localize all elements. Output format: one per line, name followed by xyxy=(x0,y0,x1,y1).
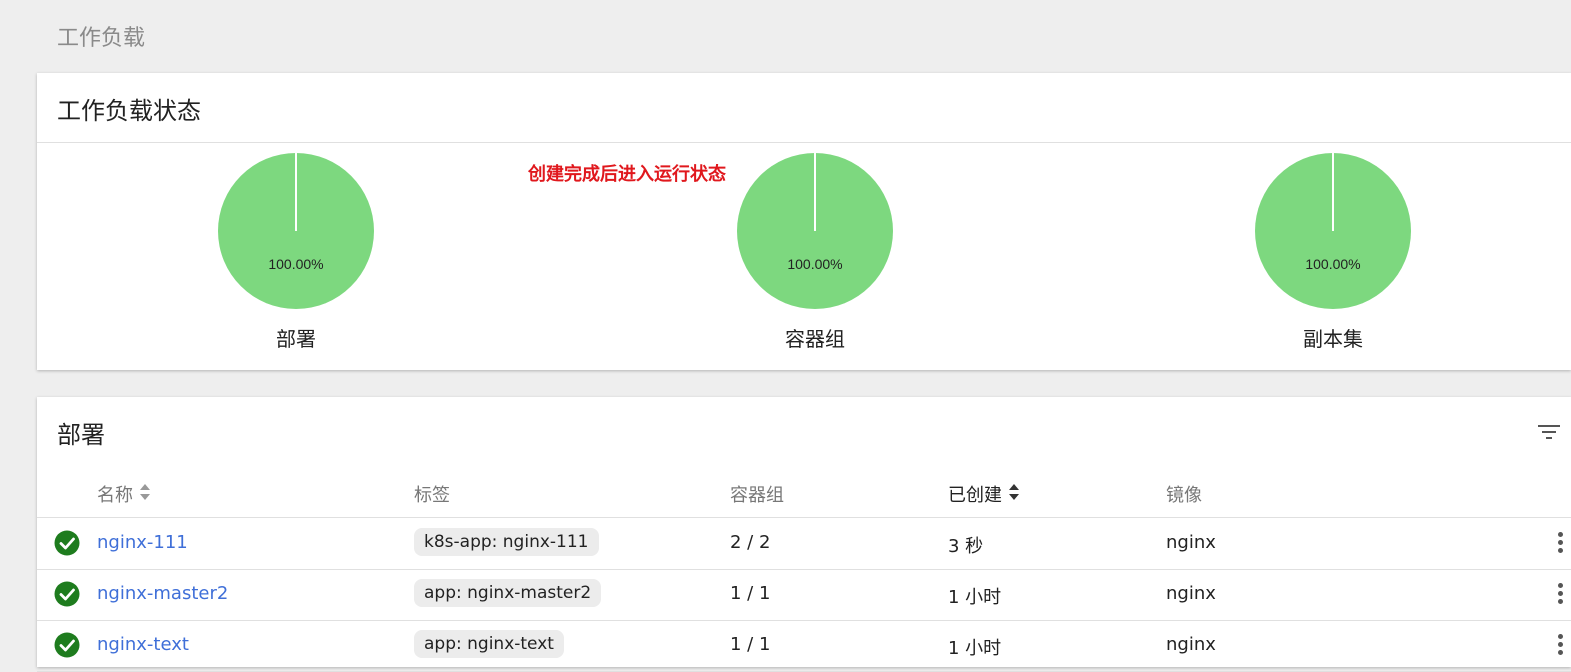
deployment-name-link[interactable]: nginx-111 xyxy=(97,532,188,553)
table-row: nginx-text app: nginx-text 1 / 1 1 小时 ng… xyxy=(37,620,1571,672)
more-vert-icon[interactable] xyxy=(1555,634,1565,658)
breadcrumb: 工作负载 xyxy=(57,26,146,51)
status-card-title: 工作负载状态 xyxy=(57,97,201,125)
filter-icon[interactable] xyxy=(1537,422,1561,442)
created-age: 1 小时 xyxy=(948,587,1002,608)
image-name: nginx xyxy=(1166,532,1216,553)
label-chip: k8s-app: nginx-111 xyxy=(414,528,599,556)
pods-count: 1 / 1 xyxy=(730,634,771,655)
pie-deployments: 100.00% 部署 xyxy=(211,151,381,352)
workload-status-card: 工作负载状态 100.00% 部署 100.00% 容器组 100.00% 副本… xyxy=(37,73,1571,370)
pie-chart: 100.00% xyxy=(737,153,893,309)
column-header-label: 标签 xyxy=(414,485,450,506)
column-header-created[interactable]: 已创建 xyxy=(948,481,1020,507)
divider xyxy=(37,142,1571,143)
check-circle-icon xyxy=(54,581,80,611)
more-vert-icon[interactable] xyxy=(1555,583,1565,607)
pods-count: 1 / 1 xyxy=(730,583,771,604)
column-header-image: 镜像 xyxy=(1166,481,1202,507)
annotation-text: 创建完成后进入运行状态 xyxy=(528,164,726,185)
created-age: 1 小时 xyxy=(948,638,1002,659)
check-circle-icon xyxy=(54,530,80,560)
deployments-card-title: 部署 xyxy=(57,421,105,449)
pie-replicasets: 100.00% 副本集 xyxy=(1248,151,1418,352)
column-header-label: 名称 xyxy=(97,485,133,506)
pie-label: 容器组 xyxy=(785,327,845,351)
sort-icon[interactable] xyxy=(1008,483,1020,506)
pie-pods: 100.00% 容器组 xyxy=(730,151,900,352)
column-header-pods: 容器组 xyxy=(730,481,784,507)
table-row: nginx-master2 app: nginx-master2 1 / 1 1… xyxy=(37,569,1571,621)
deployment-name-link[interactable]: nginx-text xyxy=(97,634,189,655)
pie-label: 部署 xyxy=(276,327,316,351)
pods-count: 2 / 2 xyxy=(730,532,771,553)
column-header-label: 容器组 xyxy=(730,485,784,506)
table-header: 名称 标签 容器组 已创建 镜像 xyxy=(37,467,1571,518)
created-age: 3 秒 xyxy=(948,536,984,557)
label-chip: app: nginx-text xyxy=(414,630,564,658)
column-header-label: 已创建 xyxy=(948,485,1002,506)
deployments-card: 部署 名称 标签 容器组 已创建 镜像 nginx-111 k8s-app: n… xyxy=(37,397,1571,672)
check-circle-icon xyxy=(54,632,80,662)
column-header-name[interactable]: 名称 xyxy=(97,481,151,507)
deployment-name-link[interactable]: nginx-master2 xyxy=(97,583,228,604)
column-header-labels: 标签 xyxy=(414,481,450,507)
pie-percent: 100.00% xyxy=(787,256,842,272)
sort-icon[interactable] xyxy=(139,483,151,506)
column-header-label: 镜像 xyxy=(1166,485,1202,506)
table-row: nginx-111 k8s-app: nginx-111 2 / 2 3 秒 n… xyxy=(37,518,1571,570)
pie-percent: 100.00% xyxy=(268,256,323,272)
label-chip: app: nginx-master2 xyxy=(414,579,602,607)
image-name: nginx xyxy=(1166,583,1216,604)
more-vert-icon[interactable] xyxy=(1555,532,1565,556)
pie-chart: 100.00% xyxy=(1255,153,1411,309)
image-name: nginx xyxy=(1166,634,1216,655)
pie-label: 副本集 xyxy=(1303,327,1363,351)
pie-chart: 100.00% xyxy=(218,153,374,309)
pie-percent: 100.00% xyxy=(1305,256,1360,272)
